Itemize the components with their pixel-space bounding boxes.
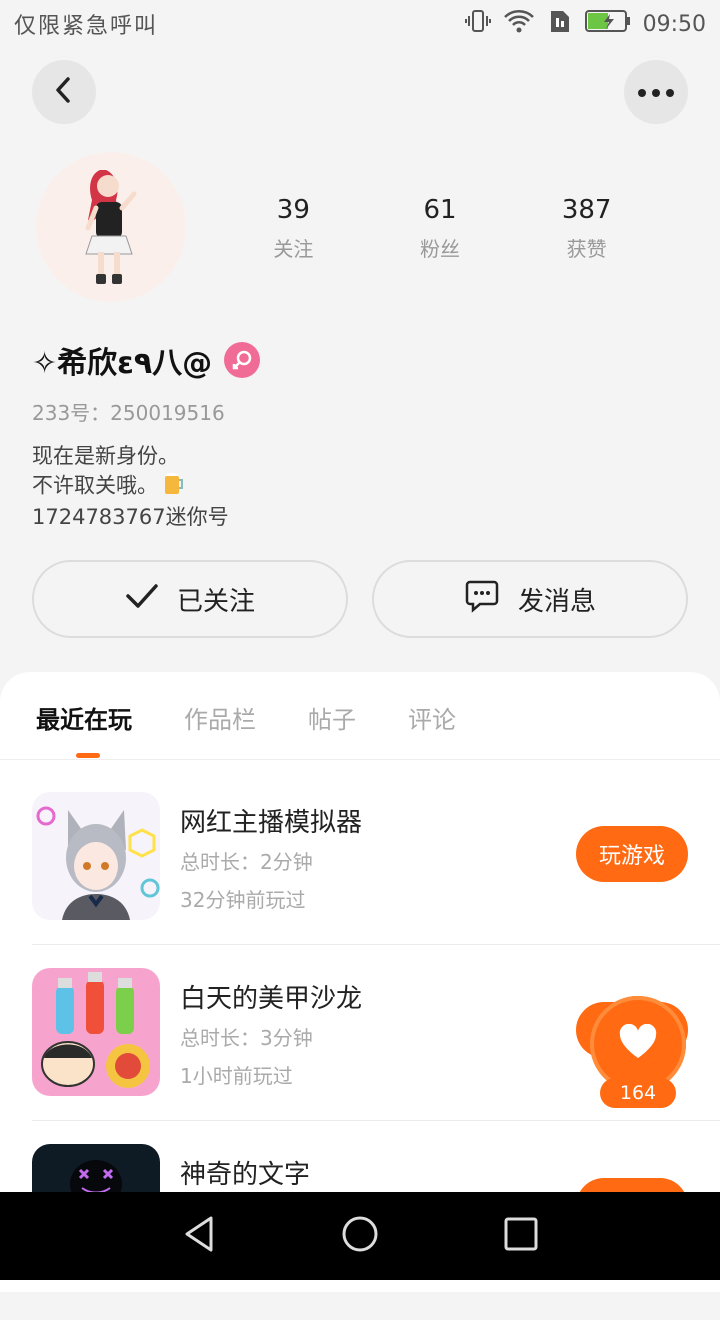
tab-indicator xyxy=(76,753,100,758)
tab-bar: 最近在玩 作品栏 帖子 评论 xyxy=(36,700,456,735)
game-duration: 总时长：2分钟 xyxy=(180,850,313,874)
clock: 09:50 xyxy=(642,11,706,37)
system-nav-bar xyxy=(0,1192,720,1280)
tab-comments[interactable]: 评论 xyxy=(408,700,456,735)
game-title: 网红主播模拟器 xyxy=(180,808,363,838)
message-label: 发消息 xyxy=(517,586,596,617)
game-last-played: 32分钟前玩过 xyxy=(180,888,306,912)
list-item[interactable]: 网红主播模拟器 总时长：2分钟 32分钟前玩过 玩游戏 xyxy=(32,792,720,968)
bio-line-2: 不许取关哦。 xyxy=(32,470,229,503)
tab-recent-played[interactable]: 最近在玩 xyxy=(36,700,132,735)
heart-icon xyxy=(618,1023,658,1064)
stat-likes[interactable]: 387 获赞 xyxy=(527,195,647,262)
game-last-played: 1小时前玩过 xyxy=(180,1064,293,1088)
status-bar: 仅限紧急呼叫 09:50 xyxy=(0,0,720,48)
like-count: 164 xyxy=(600,1078,676,1108)
nickname-row: ✧希欣ε٩八@ xyxy=(32,338,261,382)
game-title: 白天的美甲沙龙 xyxy=(180,984,363,1014)
more-button[interactable] xyxy=(624,60,688,124)
divider xyxy=(32,944,720,945)
profile-stats: 39 关注 61 粉丝 387 获赞 xyxy=(220,195,660,262)
beer-icon xyxy=(162,470,186,503)
divider xyxy=(0,759,720,760)
play-game-button[interactable]: 玩游戏 xyxy=(576,826,688,882)
bio-line: 现在是新身份。 xyxy=(32,444,179,468)
game-title: 神奇的文字 xyxy=(180,1160,311,1190)
stat-label: 关注 xyxy=(273,237,314,261)
battery-charging-icon xyxy=(584,9,631,39)
avatar[interactable] xyxy=(36,152,186,302)
tab-works[interactable]: 作品栏 xyxy=(184,700,256,735)
back-triangle-icon[interactable] xyxy=(181,1214,217,1258)
chat-bubble-icon xyxy=(464,579,500,620)
checkmark-icon xyxy=(125,583,159,616)
tab-posts[interactable]: 帖子 xyxy=(308,700,356,735)
female-icon xyxy=(224,342,261,378)
vibrate-icon xyxy=(464,8,491,40)
stat-label: 粉丝 xyxy=(419,237,460,261)
stat-following[interactable]: 39 关注 xyxy=(233,195,353,262)
recents-square-icon[interactable] xyxy=(503,1216,539,1256)
game-thumbnail[interactable] xyxy=(32,792,160,920)
game-duration: 总时长：3分钟 xyxy=(180,1026,313,1050)
follow-button[interactable]: 已关注 xyxy=(32,560,348,638)
stat-value: 387 xyxy=(561,195,612,225)
stat-followers[interactable]: 61 粉丝 xyxy=(380,195,500,262)
follow-label: 已关注 xyxy=(176,586,255,617)
wifi-icon xyxy=(503,8,535,40)
bio-line-text: 不许取关哦。 xyxy=(32,473,158,498)
message-button[interactable]: 发消息 xyxy=(372,560,688,638)
home-circle-icon[interactable] xyxy=(340,1214,380,1258)
game-thumbnail[interactable] xyxy=(32,968,160,1096)
stat-value: 61 xyxy=(423,195,457,225)
divider xyxy=(32,1120,720,1121)
stat-label: 获赞 xyxy=(566,237,607,261)
carrier-text: 仅限紧急呼叫 xyxy=(14,14,159,39)
stat-value: 39 xyxy=(276,195,310,225)
user-id: 233号：250019516 xyxy=(32,401,225,425)
back-button[interactable] xyxy=(32,60,96,124)
bio-line: 1724783767迷你号 xyxy=(32,505,229,529)
sim-icon xyxy=(547,8,573,40)
bio: 现在是新身份。 不许取关哦。 1724783767迷你号 xyxy=(32,442,229,531)
nickname: ✧希欣ε٩八@ xyxy=(32,346,213,381)
more-dots-icon xyxy=(637,83,675,102)
chevron-left-icon xyxy=(52,76,76,108)
